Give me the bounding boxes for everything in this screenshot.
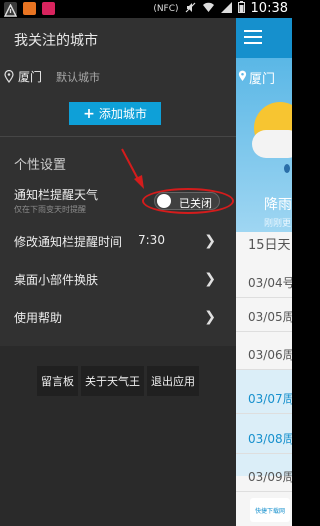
raindrop-icon xyxy=(284,164,290,173)
forecast-title: 15日天 xyxy=(248,238,291,253)
chevron-right-icon: ❯ xyxy=(204,233,216,249)
current-city: 厦门 xyxy=(238,68,275,87)
notify-weather-title: 通知栏提醒天气 xyxy=(14,188,99,202)
wifi-icon xyxy=(202,2,215,16)
side-drawer: 我关注的城市 厦门 默认城市 + 添加城市 个性设置 通知栏提醒天气 仅在下雨变… xyxy=(0,18,236,526)
toggle-knob xyxy=(157,194,171,208)
app-icon-2 xyxy=(42,2,55,15)
notify-time-value: 7:30 xyxy=(138,233,165,247)
bottom-actions: 留言板 关于天气王 退出应用 xyxy=(0,346,236,526)
forecast-day: 03/08周 xyxy=(248,432,292,446)
drawer-title: 我关注的城市 xyxy=(14,33,98,49)
menu-item-notify-time[interactable]: 修改通知栏提醒时间 7:30 ❯ xyxy=(0,223,236,259)
battery-icon xyxy=(237,1,245,16)
cloud-icon xyxy=(252,130,292,158)
menu-item-label: 桌面小部件换肤 xyxy=(14,273,99,287)
forecast-day: 03/06周 xyxy=(248,348,292,362)
menu-icon[interactable] xyxy=(244,30,262,44)
default-city-label: 默认城市 xyxy=(56,70,101,84)
forecast-row[interactable]: 03/05周 xyxy=(236,298,292,332)
menu-item-label: 使用帮助 xyxy=(14,311,63,325)
main-header xyxy=(236,18,292,58)
location-pin-icon xyxy=(238,70,247,86)
status-bar: (NFC) 10:38 xyxy=(0,0,292,18)
current-city-name: 厦门 xyxy=(249,72,276,87)
forecast-day: 03/05周 xyxy=(248,310,292,324)
add-city-label: 添加城市 xyxy=(98,107,147,121)
signal-icon xyxy=(220,1,232,16)
alert-icon xyxy=(3,2,18,17)
main-weather-screen: 厦门 降雨 刚刚更 15日天 03/04号 03/05周 03/06周 03/0… xyxy=(236,18,292,526)
city-name: 厦门 xyxy=(18,70,43,84)
forecast-row[interactable]: 03/09周 xyxy=(236,458,292,492)
toggle-state-label: 已关闭 xyxy=(179,197,212,210)
nfc-icon: (NFC) xyxy=(153,3,179,14)
location-pin-icon xyxy=(4,70,14,83)
current-weather-panel: 厦门 降雨 刚刚更 xyxy=(236,58,292,232)
clock: 10:38 xyxy=(250,1,288,16)
city-item-xiamen[interactable]: 厦门 默认城市 xyxy=(4,68,100,85)
add-city-button[interactable]: + 添加城市 xyxy=(69,102,161,125)
watermark-logo: 快捷下载网 xyxy=(250,498,290,522)
menu-item-label: 修改通知栏提醒时间 xyxy=(14,235,123,249)
forecast-row[interactable]: 03/06周 xyxy=(236,336,292,370)
notify-weather-subtitle: 仅在下雨变天时提醒 xyxy=(14,205,86,214)
mute-icon xyxy=(185,2,196,16)
chevron-right-icon: ❯ xyxy=(204,271,216,287)
forecast-row[interactable]: 03/04号 xyxy=(236,264,292,298)
forecast-day: 03/04号 xyxy=(248,276,292,290)
forecast-day: 03/09周 xyxy=(248,470,292,484)
menu-item-help[interactable]: 使用帮助 ❯ xyxy=(0,299,236,335)
plus-icon: + xyxy=(83,105,95,122)
exit-app-button[interactable]: 退出应用 xyxy=(147,366,199,396)
menu-item-widget-skin[interactable]: 桌面小部件换肤 ❯ xyxy=(0,261,236,297)
forecast-day: 03/07周 xyxy=(248,392,292,406)
message-board-button[interactable]: 留言板 xyxy=(37,366,78,396)
app-icon xyxy=(23,2,36,15)
forecast-row[interactable]: 03/07周 xyxy=(236,380,292,414)
annotation-arrow-icon xyxy=(121,148,144,189)
notify-weather-toggle[interactable]: 已关闭 xyxy=(154,192,220,210)
divider xyxy=(0,136,236,137)
about-button[interactable]: 关于天气王 xyxy=(81,366,144,396)
weather-description: 降雨 xyxy=(264,197,292,213)
chevron-right-icon: ❯ xyxy=(204,309,216,325)
forecast-row[interactable]: 03/08周 xyxy=(236,420,292,454)
update-time-label: 刚刚更 xyxy=(264,219,292,229)
section-title-personal-settings: 个性设置 xyxy=(14,158,67,173)
